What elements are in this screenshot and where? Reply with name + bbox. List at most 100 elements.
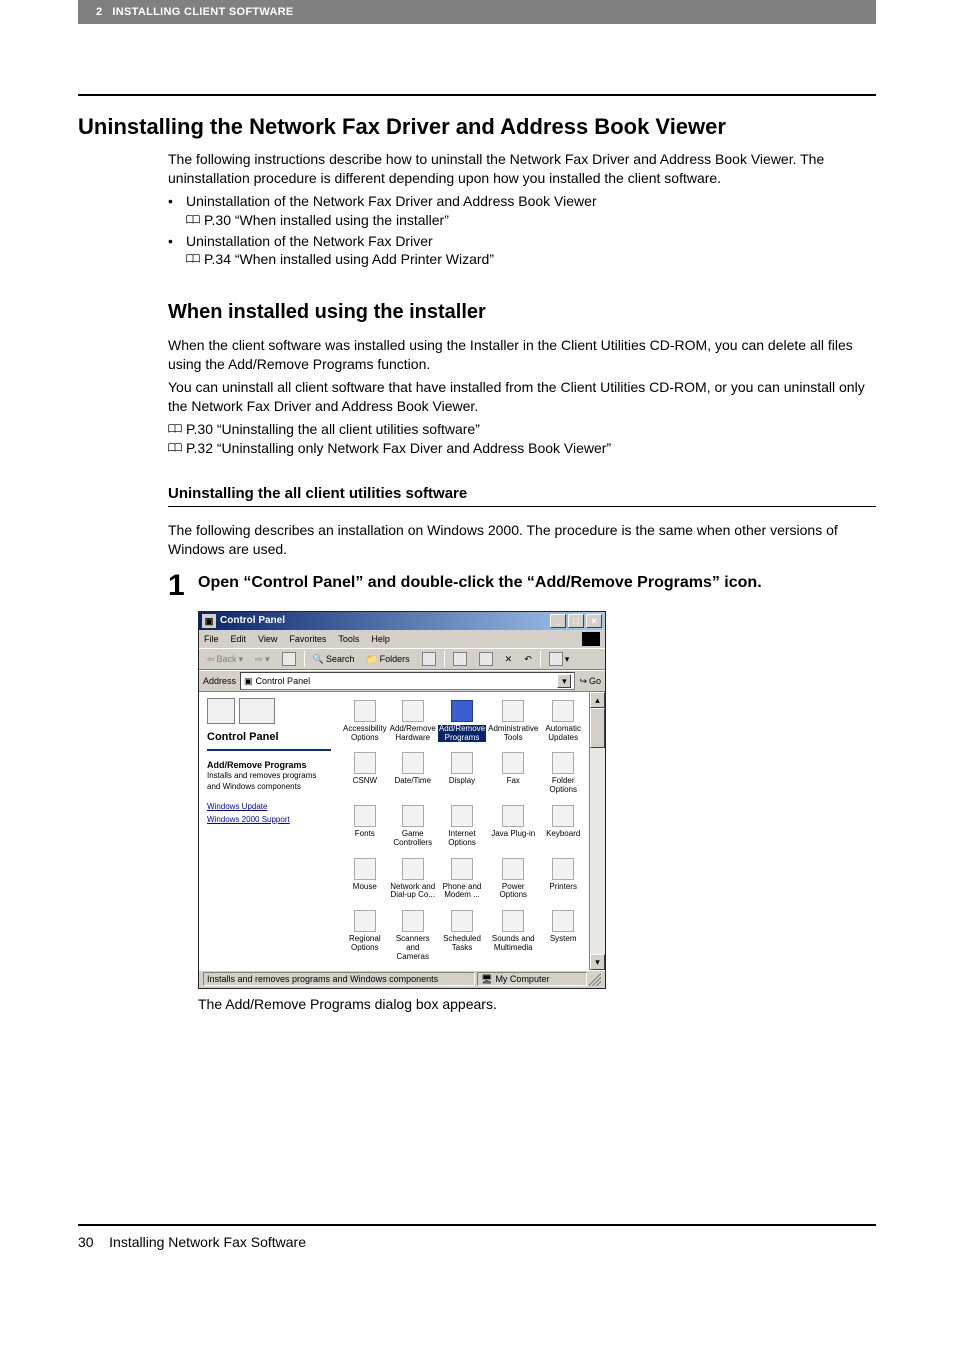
cp-item-keyboard[interactable]: Keyboard [539, 805, 587, 848]
move-to-icon[interactable] [449, 650, 471, 668]
cp-item-administrative-tools[interactable]: Administrative Tools [487, 700, 539, 743]
cp-item-scanners-and-cameras[interactable]: Scanners and Cameras [389, 910, 437, 961]
scroll-down-button[interactable]: ▾ [590, 954, 605, 970]
resize-grip[interactable] [589, 972, 601, 986]
cp-item-icon [552, 805, 574, 827]
book-icon [186, 214, 200, 225]
bullet-list: • Uninstallation of the Network Fax Driv… [168, 192, 876, 270]
cp-item-icon [552, 700, 574, 722]
minimize-button[interactable]: _ [550, 614, 566, 628]
copy-to-icon[interactable] [475, 650, 497, 668]
window-titlebar[interactable]: ▣ Control Panel _ □ × [199, 612, 605, 630]
page-footer: 30 Installing Network Fax Software [78, 1234, 876, 1250]
section-ref: P.30 “Uninstalling the all client utilit… [186, 420, 480, 439]
scroll-up-button[interactable]: ▴ [590, 692, 605, 708]
section-rule [78, 94, 876, 96]
views-icon[interactable]: ▾ [545, 650, 574, 668]
cp-item-fax[interactable]: Fax [487, 752, 539, 795]
cp-item-icon [354, 858, 376, 880]
cp-item-icon [354, 910, 376, 932]
menu-file[interactable]: File [204, 633, 219, 645]
cp-item-date-time[interactable]: Date/Time [389, 752, 437, 795]
cp-item-scheduled-tasks[interactable]: Scheduled Tasks [437, 910, 487, 961]
cp-item-phone-and-modem[interactable]: Phone and Modem ... [437, 858, 487, 901]
cp-item-label: Accessibility Options [342, 725, 388, 743]
cp-item-regional-options[interactable]: Regional Options [341, 910, 389, 961]
back-button[interactable]: ⇦ Back ▾ [203, 650, 247, 668]
menu-bar: File Edit View Favorites Tools Help [199, 630, 605, 648]
cp-item-fonts[interactable]: Fonts [341, 805, 389, 848]
cp-item-label: Fonts [355, 830, 375, 839]
cp-item-java-plug-in[interactable]: Java Plug-in [487, 805, 539, 848]
address-bar: Address ▣ Control Panel ▾ ↪ Go [199, 670, 605, 692]
cp-item-icon [451, 805, 473, 827]
scroll-thumb[interactable] [590, 708, 605, 748]
my-computer-icon: 🖥 [481, 973, 492, 985]
folders-button[interactable]: 📁 Folders [362, 650, 413, 668]
cp-item-display[interactable]: Display [437, 752, 487, 795]
cp-item-csnw[interactable]: CSNW [341, 752, 389, 795]
cp-item-label: Display [449, 777, 475, 786]
bullet-ref: P.30 “When installed using the installer… [204, 211, 449, 230]
cp-item-label: Sounds and Multimedia [488, 935, 538, 953]
cp-item-label: Network and Dial-up Co... [390, 883, 436, 901]
menu-tools[interactable]: Tools [338, 633, 359, 645]
cp-item-internet-options[interactable]: Internet Options [437, 805, 487, 848]
cp-item-icon [552, 752, 574, 774]
link-windows-2000-support[interactable]: Windows 2000 Support [207, 815, 331, 826]
cp-item-icon [402, 858, 424, 880]
cp-item-folder-options[interactable]: Folder Options [539, 752, 587, 795]
cp-item-mouse[interactable]: Mouse [341, 858, 389, 901]
undo-icon[interactable]: ↶ [520, 650, 536, 668]
page-number: 30 [78, 1234, 94, 1250]
history-button[interactable] [418, 650, 440, 668]
chapter-number: 2 [96, 6, 102, 18]
cp-item-icon [402, 910, 424, 932]
cp-item-icon [502, 805, 524, 827]
book-icon [168, 442, 182, 453]
cp-item-accessibility-options[interactable]: Accessibility Options [341, 700, 389, 743]
status-bar: Installs and removes programs and Window… [199, 970, 605, 988]
cp-item-label: Automatic Updates [540, 725, 586, 743]
cp-item-label: Game Controllers [390, 830, 436, 848]
cp-item-power-options[interactable]: Power Options [487, 858, 539, 901]
delete-icon[interactable]: ✕ [501, 650, 517, 668]
cp-item-add-remove-hardware[interactable]: Add/Remove Hardware [389, 700, 437, 743]
forward-button[interactable]: ⇨ ▾ [251, 650, 274, 668]
cp-item-label: System [550, 935, 577, 944]
cp-item-game-controllers[interactable]: Game Controllers [389, 805, 437, 848]
address-label: Address [203, 675, 236, 687]
cp-item-automatic-updates[interactable]: Automatic Updates [539, 700, 587, 743]
maximize-button[interactable]: □ [568, 614, 584, 628]
close-button[interactable]: × [586, 614, 602, 628]
subsection-para: The following describes an installation … [168, 521, 876, 559]
cp-item-add-remove-programs[interactable]: Add/Remove Programs [437, 700, 487, 743]
go-button[interactable]: ↪ Go [579, 675, 601, 687]
cp-item-sounds-and-multimedia[interactable]: Sounds and Multimedia [487, 910, 539, 961]
cp-item-label: Mouse [353, 883, 377, 892]
menu-edit[interactable]: Edit [231, 633, 247, 645]
cp-item-label: Date/Time [394, 777, 431, 786]
menu-favorites[interactable]: Favorites [289, 633, 326, 645]
menu-view[interactable]: View [258, 633, 277, 645]
cp-item-icon [402, 700, 424, 722]
search-button[interactable]: 🔍 Search [309, 650, 359, 668]
cp-item-network-and-dial-up-co[interactable]: Network and Dial-up Co... [389, 858, 437, 901]
up-button[interactable] [278, 650, 300, 668]
menu-help[interactable]: Help [371, 633, 390, 645]
icon-grid: Accessibility OptionsAdd/Remove Hardware… [341, 700, 587, 962]
link-windows-update[interactable]: Windows Update [207, 802, 331, 813]
cp-item-icon [451, 910, 473, 932]
cp-item-printers[interactable]: Printers [539, 858, 587, 901]
cp-item-icon [451, 858, 473, 880]
cp-item-icon [502, 910, 524, 932]
cp-item-label: Power Options [488, 883, 538, 901]
cp-item-system[interactable]: System [539, 910, 587, 961]
cp-item-icon [354, 805, 376, 827]
book-icon [168, 423, 182, 434]
cp-item-label: Internet Options [438, 830, 486, 848]
address-field[interactable]: ▣ Control Panel ▾ [240, 672, 575, 690]
address-dropdown-icon[interactable]: ▾ [557, 674, 571, 688]
vertical-scrollbar[interactable]: ▴ ▾ [589, 692, 605, 970]
cp-item-label: Fax [507, 777, 520, 786]
